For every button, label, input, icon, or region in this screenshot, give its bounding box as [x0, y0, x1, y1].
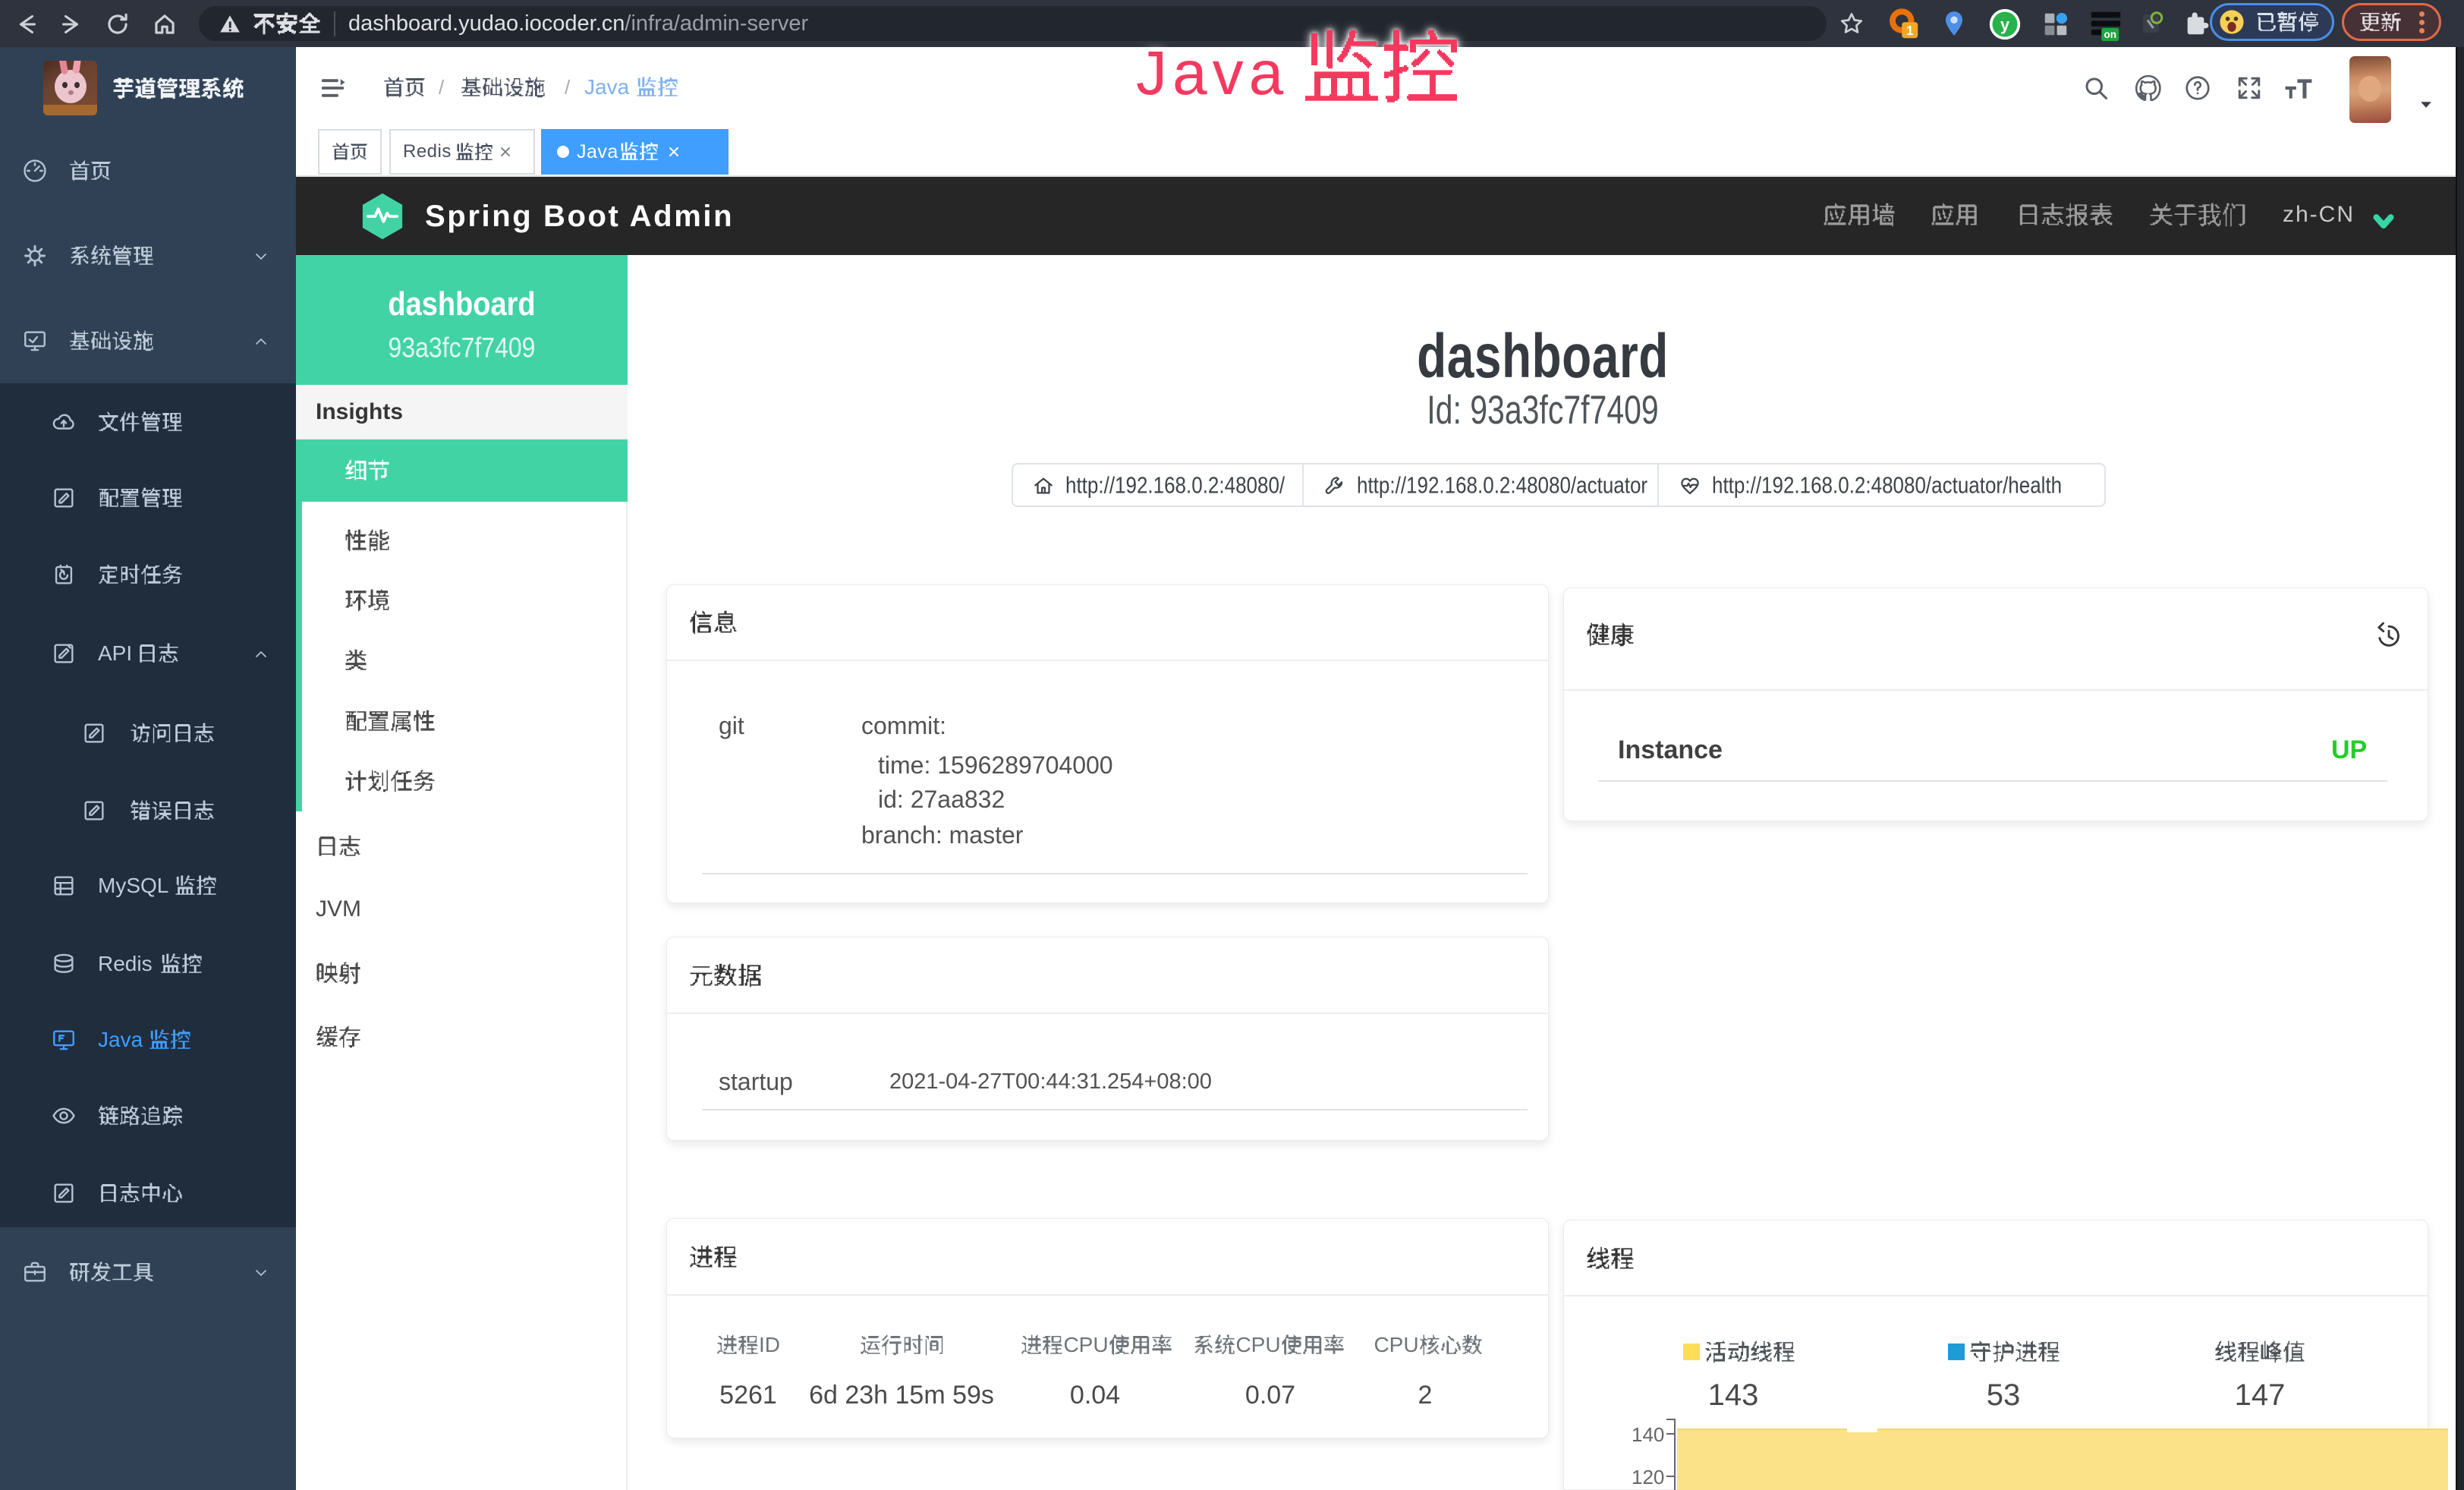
svg-text:y: y: [2000, 15, 2010, 34]
svg-text:1: 1: [1906, 23, 1914, 38]
svg-text:on: on: [2104, 29, 2116, 40]
